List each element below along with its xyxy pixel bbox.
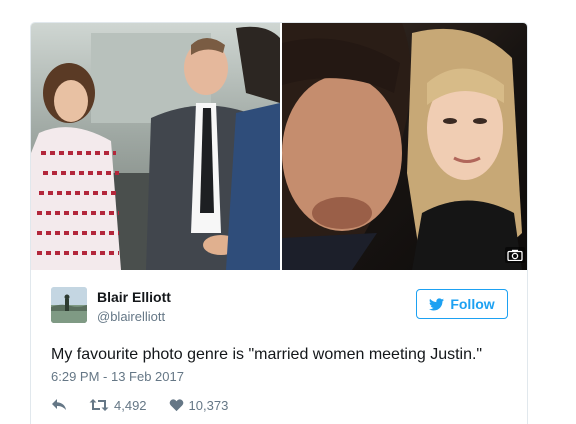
tweet-actions: 4,492 10,373: [51, 395, 228, 415]
photo-left-illustration: [31, 26, 280, 270]
twitter-bird-icon: [429, 297, 445, 310]
tweet-card: Blair Elliott @blairelliott Follow My fa…: [30, 22, 528, 424]
tweet-photo-left[interactable]: [31, 23, 280, 270]
tweet-media[interactable]: [31, 23, 527, 270]
heart-icon: [169, 399, 183, 412]
tweet-photo-right[interactable]: [282, 23, 527, 270]
camera-icon: [505, 247, 525, 263]
retweet-icon: [89, 399, 109, 411]
like-count: 10,373: [188, 397, 229, 413]
avatar[interactable]: [51, 287, 87, 323]
retweet-count: 4,492: [114, 397, 147, 413]
like-button[interactable]: 10,373: [169, 397, 229, 413]
reply-button[interactable]: [51, 398, 67, 412]
follow-button[interactable]: Follow: [416, 289, 508, 319]
author-handle[interactable]: @blairelliott: [97, 309, 165, 324]
reply-icon: [52, 399, 66, 410]
photo-right-illustration: [282, 23, 522, 270]
tweet-text: My favourite photo genre is "married wom…: [51, 346, 483, 363]
follow-label: Follow: [450, 296, 495, 312]
retweet-button[interactable]: 4,492: [89, 398, 147, 413]
tweet-timestamp[interactable]: 6:29 PM - 13 Feb 2017: [51, 369, 184, 384]
author-display-name[interactable]: Blair Elliott: [97, 289, 171, 305]
